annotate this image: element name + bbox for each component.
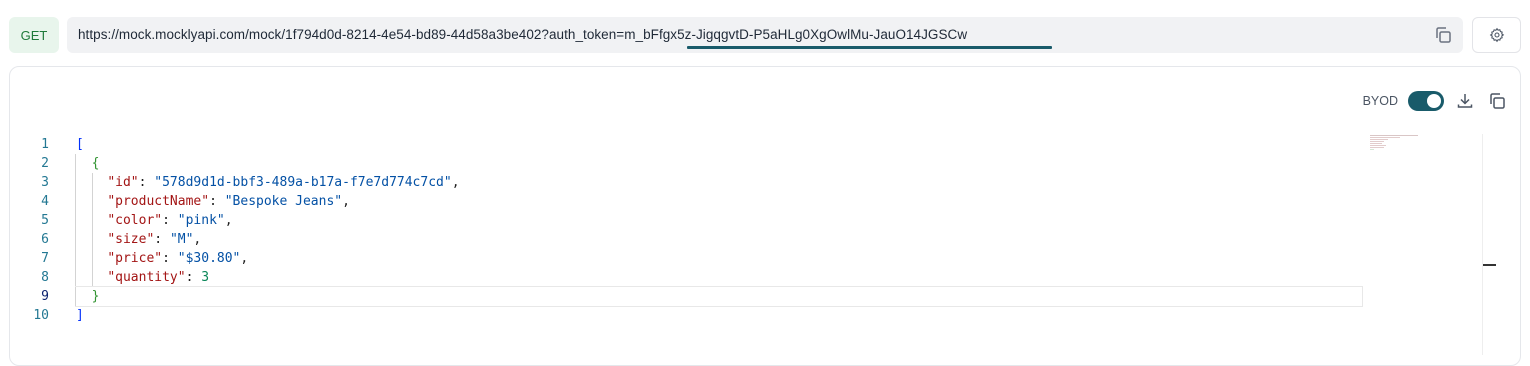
code-content: [: [76, 135, 1362, 154]
editor-minimap[interactable]: [1370, 135, 1420, 157]
code-token: ,: [240, 251, 249, 266]
code-content: "id": "578d9d1d-bbf3-489a-b17a-f7e7d774c…: [75, 173, 1362, 192]
line-number: 3: [41, 175, 49, 190]
code-content: }: [75, 286, 1363, 307]
code-content: "color": "pink",: [75, 211, 1362, 230]
settings-button[interactable]: [1472, 17, 1521, 53]
code-token: :: [209, 194, 225, 209]
line-number: 8: [41, 270, 49, 285]
line-number: 7: [41, 251, 49, 266]
line-number: 1: [41, 137, 49, 152]
code-token: [: [76, 137, 84, 152]
indent-guide: [92, 173, 93, 192]
line-number: 6: [41, 232, 49, 247]
code-token: {: [91, 156, 100, 171]
code-token: "color": [107, 213, 163, 228]
code-token: :: [185, 270, 202, 285]
line-number: 9: [41, 289, 49, 304]
indent-guide: [92, 268, 93, 287]
indent-guide: [75, 211, 76, 230]
gear-icon: [1489, 27, 1504, 43]
code-line[interactable]: 8 "quantity": 3: [10, 268, 1362, 287]
code-token: :: [154, 232, 170, 247]
line-number: 10: [33, 308, 49, 323]
code-token: :: [162, 213, 178, 228]
code-line[interactable]: 1[: [10, 135, 1362, 154]
code-token: "size": [107, 232, 155, 247]
code-line[interactable]: 5 "color": "pink",: [10, 211, 1362, 230]
code-content: "price": "$30.80",: [75, 249, 1362, 268]
code-token: ,: [193, 232, 202, 247]
code-line[interactable]: 9 }: [10, 286, 1363, 307]
code-token: "578d9d1d-bbf3-489a-b17a-f7e7d774c7cd": [154, 175, 452, 190]
copy-response-button[interactable]: [1486, 90, 1508, 112]
code-token: :: [138, 175, 155, 190]
code-content: "quantity": 3: [75, 268, 1362, 287]
editor-scrollbar[interactable]: [1482, 134, 1483, 355]
code-content: "size": "M",: [75, 230, 1362, 249]
indent-guide: [92, 211, 93, 230]
code-token: ]: [76, 308, 84, 323]
indent-guide: [75, 173, 76, 192]
code-line[interactable]: 4 "productName": "Bespoke Jeans",: [10, 192, 1362, 211]
line-number: 5: [41, 213, 49, 228]
code-line[interactable]: 6 "size": "M",: [10, 230, 1362, 249]
code-token: "Bespoke Jeans": [224, 194, 343, 209]
line-number: 2: [41, 156, 49, 171]
indent-guide: [75, 154, 76, 173]
code-token: ,: [451, 175, 460, 190]
url-bar[interactable]: https://mock.mocklyapi.com/mock/1f794d0d…: [67, 17, 1463, 53]
line-number: 4: [41, 194, 49, 209]
code-line[interactable]: 2 {: [10, 154, 1362, 173]
code-token: ,: [342, 194, 350, 209]
indent-guide: [75, 249, 76, 268]
overview-ruler-cursor: [1483, 264, 1496, 266]
copy-url-button[interactable]: [1432, 24, 1454, 46]
code-content: {: [75, 154, 1362, 173]
code-token: "price": [107, 251, 163, 266]
indent-guide: [75, 287, 76, 306]
code-token: "pink": [177, 213, 225, 228]
code-token: :: [162, 251, 178, 266]
code-token: 3: [201, 270, 210, 285]
indent-guide: [75, 192, 76, 211]
code-content: ]: [76, 306, 1362, 325]
code-token: "productName": [107, 194, 210, 209]
code-token: "quantity": [107, 270, 186, 285]
indent-guide: [92, 249, 93, 268]
code-line[interactable]: 7 "price": "$30.80",: [10, 249, 1362, 268]
indent-guide: [75, 268, 76, 287]
http-method-badge[interactable]: GET: [9, 17, 59, 53]
json-editor[interactable]: 1[2 {3 "id": "578d9d1d-bbf3-489a-b17a-f7…: [10, 66, 1482, 326]
code-token: ,: [224, 213, 233, 228]
code-line[interactable]: 3 "id": "578d9d1d-bbf3-489a-b17a-f7e7d77…: [10, 173, 1362, 192]
indent-guide: [75, 230, 76, 249]
code-content: "productName": "Bespoke Jeans",: [75, 192, 1362, 211]
code-line[interactable]: 10]: [10, 306, 1362, 325]
code-token: "M": [169, 232, 194, 247]
copy-icon: [1436, 27, 1451, 43]
indent-guide: [92, 230, 93, 249]
code-token: "id": [107, 175, 139, 190]
code-token: }: [91, 289, 100, 304]
indent-guide: [92, 192, 93, 211]
copy-icon: [1490, 93, 1505, 109]
url-text[interactable]: https://mock.mocklyapi.com/mock/1f794d0d…: [78, 27, 967, 42]
code-token: "$30.80": [177, 251, 241, 266]
auth-token-underline: [687, 46, 1052, 49]
